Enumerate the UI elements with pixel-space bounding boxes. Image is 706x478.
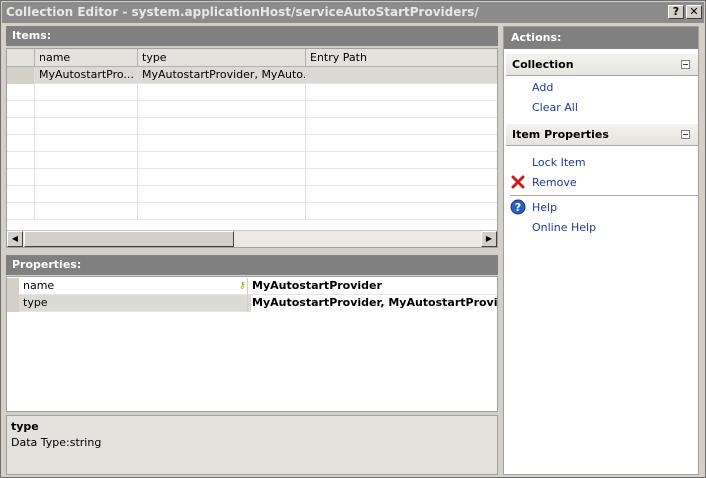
cell-entry-path[interactable] xyxy=(306,67,497,84)
row-selector-header[interactable] xyxy=(7,49,35,67)
close-icon: ✕ xyxy=(689,5,699,18)
cell-name[interactable]: MyAutostartPro... xyxy=(35,67,138,84)
item-properties-section-title: Item Properties xyxy=(512,128,609,141)
key-icon: ⚷ xyxy=(239,281,246,291)
actions-pane: Actions: Collection Add Clear All Item P… xyxy=(503,26,699,475)
separator xyxy=(510,195,698,196)
title-bar: Collection Editor - system.applicationHo… xyxy=(2,2,704,23)
help-title-button[interactable]: ? xyxy=(668,5,684,19)
empty-row xyxy=(7,152,497,169)
column-header-name[interactable]: name xyxy=(35,49,138,67)
property-gutter xyxy=(7,278,19,295)
online-help-link[interactable]: Online Help xyxy=(532,220,596,236)
items-header-label: Items: xyxy=(12,29,52,42)
items-header: Items: xyxy=(6,26,498,46)
empty-row xyxy=(7,84,497,101)
horizontal-scrollbar[interactable]: ◀ ▶ xyxy=(7,230,497,247)
property-row-type[interactable]: type MyAutostartProvider, MyAutostartPro… xyxy=(7,295,497,312)
property-gutter xyxy=(7,295,19,312)
svg-text:?: ? xyxy=(515,201,521,214)
help-title-label: ? xyxy=(672,5,680,18)
properties-header: Properties: xyxy=(6,255,498,275)
description-title: type xyxy=(11,420,39,433)
grid-header-row: name type Entry Path xyxy=(7,49,497,67)
property-value[interactable]: MyAutostartProvider xyxy=(251,278,497,295)
scroll-thumb[interactable] xyxy=(24,231,234,247)
empty-row xyxy=(7,101,497,118)
cell-type[interactable]: MyAutostartProvider, MyAuto... xyxy=(138,67,306,84)
cell-name-text: MyAutostartPro... xyxy=(39,68,134,81)
properties-header-label: Properties: xyxy=(12,258,82,271)
collapse-icon[interactable] xyxy=(681,130,690,139)
description-panel: type Data Type:string xyxy=(6,415,498,475)
item-properties-section-header[interactable]: Item Properties xyxy=(506,124,698,146)
empty-row xyxy=(7,135,497,152)
window-title: Collection Editor - system.applicationHo… xyxy=(6,5,479,19)
property-name: name xyxy=(23,278,248,295)
scroll-left-icon[interactable]: ◀ xyxy=(7,231,23,247)
close-button[interactable]: ✕ xyxy=(686,5,702,19)
help-icon[interactable]: ? xyxy=(510,199,526,215)
add-link[interactable]: Add xyxy=(532,80,553,96)
collapse-icon[interactable] xyxy=(681,60,690,69)
table-row[interactable]: MyAutostartPro... MyAutostartProvider, M… xyxy=(7,67,497,84)
column-header-entry-path[interactable]: Entry Path xyxy=(306,49,497,67)
empty-row xyxy=(7,169,497,186)
column-header-type[interactable]: type xyxy=(138,49,306,67)
help-link[interactable]: Help xyxy=(532,200,557,216)
property-value[interactable]: MyAutostartProvider, MyAutostartProvider… xyxy=(251,295,497,312)
property-row-name[interactable]: name ⚷ MyAutostartProvider xyxy=(7,278,497,295)
property-name: type xyxy=(23,295,248,312)
empty-row xyxy=(7,118,497,135)
remove-link[interactable]: Remove xyxy=(532,175,577,191)
column-header-type-label: type xyxy=(142,51,167,64)
collection-editor-window: Collection Editor - system.applicationHo… xyxy=(0,0,706,478)
lock-item-link[interactable]: Lock Item xyxy=(532,155,586,171)
remove-icon[interactable] xyxy=(510,174,526,190)
column-header-entry-path-label: Entry Path xyxy=(310,51,367,64)
items-grid: name type Entry Path MyAutostartPro... M… xyxy=(6,48,498,248)
description-text: Data Type:string xyxy=(11,436,102,449)
column-header-name-label: name xyxy=(39,51,71,64)
clear-all-link[interactable]: Clear All xyxy=(532,100,578,116)
empty-row xyxy=(7,203,497,220)
collection-section-title: Collection xyxy=(512,58,574,71)
property-grid: name ⚷ MyAutostartProvider type MyAutost… xyxy=(6,276,498,412)
collection-section-header[interactable]: Collection xyxy=(506,54,698,76)
row-selector[interactable] xyxy=(7,67,35,84)
empty-row xyxy=(7,186,497,203)
scroll-right-icon[interactable]: ▶ xyxy=(481,231,497,247)
actions-header: Actions: xyxy=(504,27,698,49)
cell-type-text: MyAutostartProvider, MyAuto... xyxy=(142,68,306,81)
